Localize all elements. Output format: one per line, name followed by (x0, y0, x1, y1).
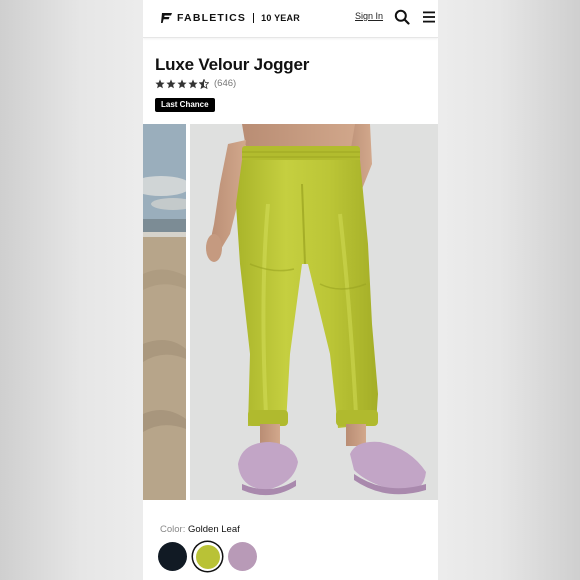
product-main-photo[interactable] (190, 124, 438, 500)
brand-logo[interactable]: FABLETICS 10 YEAR (161, 11, 300, 25)
star-half-icon (199, 78, 209, 89)
swatch-golden-leaf[interactable] (193, 542, 222, 571)
product-page: FABLETICS 10 YEAR Sign In Luxe Velour Jo… (143, 0, 438, 580)
swatch-golden-leaf-fill (195, 544, 220, 569)
star-icon (155, 78, 165, 88)
color-label: Color: Golden Leaf (160, 524, 240, 535)
swatch-lavender[interactable] (228, 542, 257, 571)
last-chance-badge: Last Chance (155, 98, 215, 112)
review-count[interactable]: (646) (214, 78, 236, 89)
star-icon (166, 78, 176, 88)
fabletics-logo-icon (161, 13, 172, 23)
color-swatches (158, 542, 257, 571)
year-label: 10 YEAR (261, 13, 300, 23)
swatch-black[interactable] (158, 542, 187, 571)
brand-name: FABLETICS (177, 12, 247, 24)
top-nav-bar: FABLETICS 10 YEAR Sign In (143, 0, 438, 38)
star-icon (177, 78, 187, 88)
star-icon (188, 78, 198, 88)
menu-icon[interactable] (422, 10, 436, 24)
search-icon[interactable] (394, 9, 410, 25)
color-label-prefix: Color: (160, 524, 186, 535)
sign-in-link[interactable]: Sign In (355, 11, 383, 21)
logo-divider (253, 13, 255, 23)
selected-color-name: Golden Leaf (187, 524, 240, 535)
beach-photo-thumbnail[interactable] (143, 124, 186, 500)
rating-stars[interactable]: (646) (155, 78, 236, 89)
model-jogger-image (190, 124, 438, 500)
swatch-lavender-fill (228, 542, 257, 571)
product-image-gallery[interactable] (143, 124, 438, 500)
beach-scene-image (143, 124, 186, 500)
product-title: Luxe Velour Jogger (155, 55, 310, 74)
swatch-black-fill (158, 542, 187, 571)
